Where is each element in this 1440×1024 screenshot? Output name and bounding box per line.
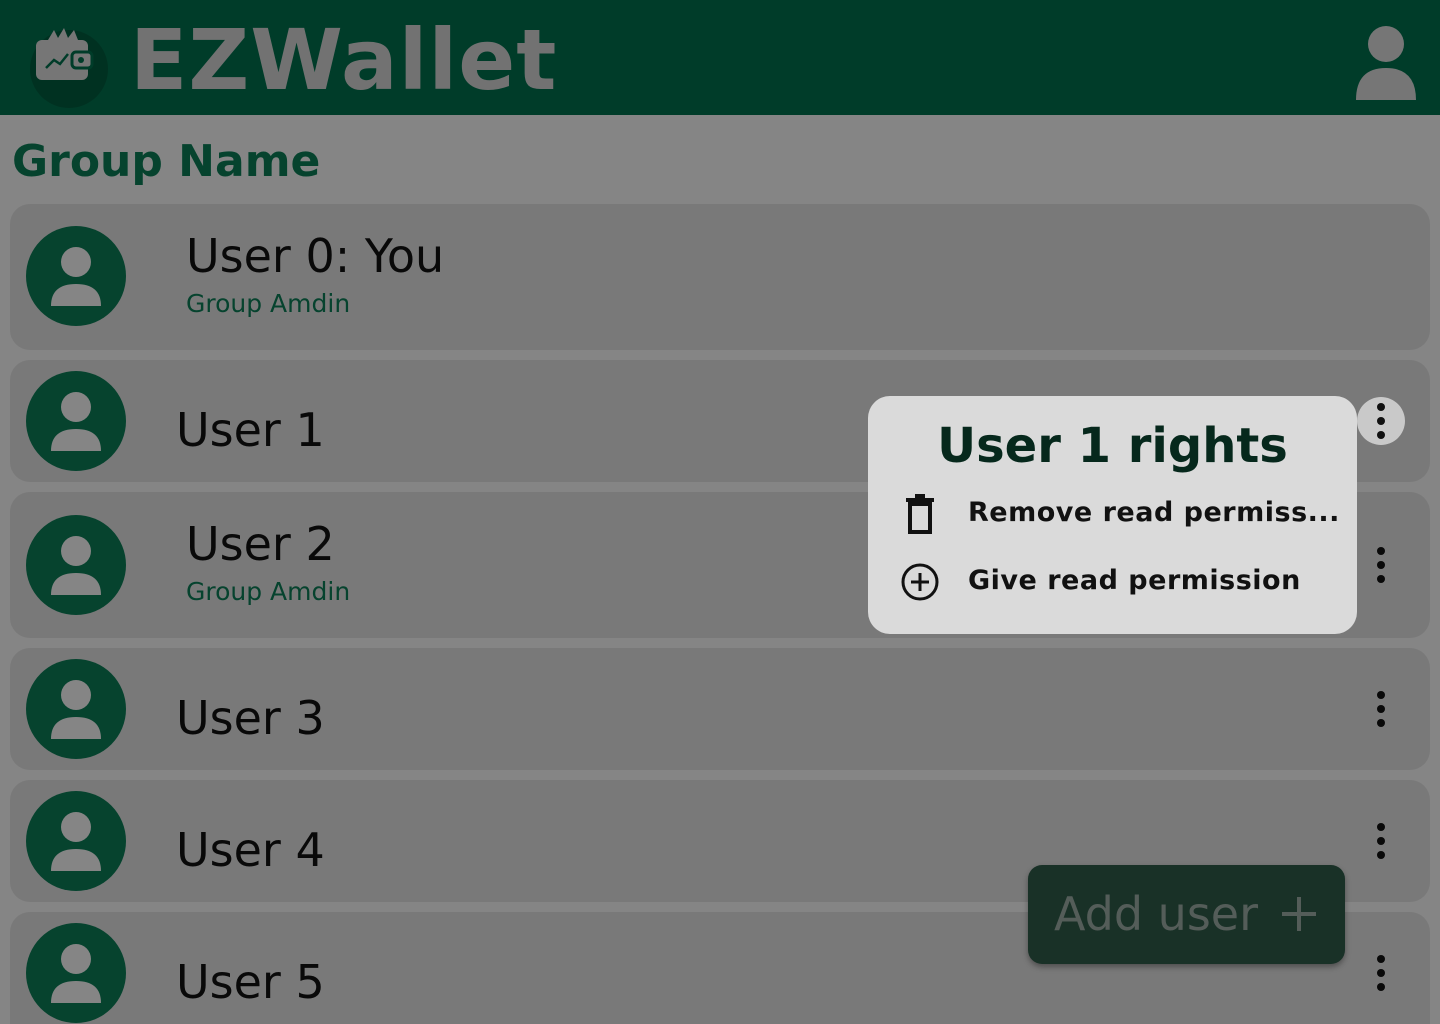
remove-read-permission-item[interactable]: Remove read permiss... [898,488,1340,538]
menu-item-label: Remove read permiss... [968,497,1340,528]
kebab-icon [1377,403,1385,439]
popup-title: User 1 rights [937,418,1288,474]
user-rights-popup: User 1 rights Remove read permiss... Giv… [868,396,1357,634]
give-read-permission-item[interactable]: Give read permission [898,556,1338,606]
menu-item-label: Give read permission [968,565,1301,596]
trash-icon [906,494,934,534]
plus-circle-icon [901,563,939,601]
active-more-options-button[interactable] [1357,397,1405,445]
